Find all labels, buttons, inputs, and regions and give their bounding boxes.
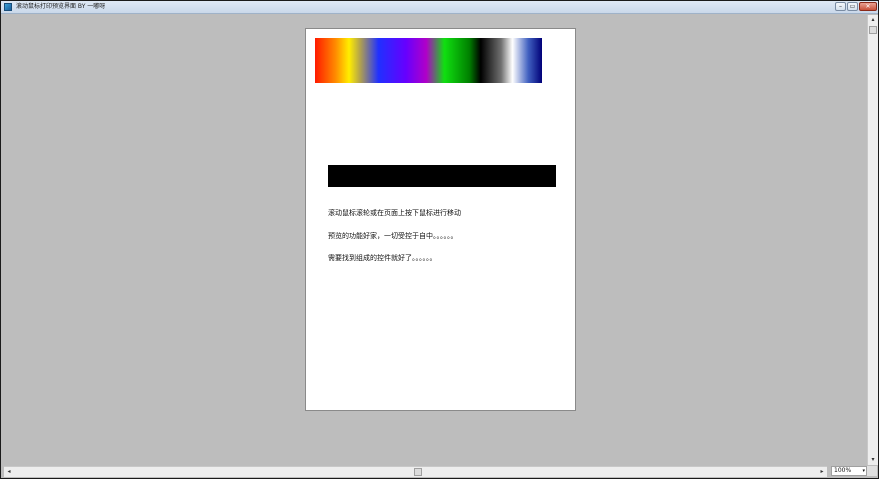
print-page[interactable]: 滚动鼠标滚轮或在页面上按下鼠标进行移动 预览的功能好家，一切受控于自中。。。。。… — [305, 28, 576, 411]
scroll-right-icon[interactable]: ▸ — [817, 467, 827, 477]
vertical-scroll-thumb[interactable] — [869, 26, 877, 34]
black-bar — [328, 165, 556, 187]
maximize-button[interactable]: ▭ — [847, 2, 858, 11]
minimize-button[interactable]: – — [835, 2, 846, 11]
scroll-up-icon[interactable]: ▴ — [868, 15, 878, 25]
scroll-down-icon[interactable]: ▾ — [868, 455, 878, 465]
title-bar[interactable]: 滚动鼠标打印预览界面 BY 一嘟呀 – ▭ ✕ — [1, 1, 878, 14]
preview-window: 滚动鼠标打印预览界面 BY 一嘟呀 – ▭ ✕ 滚动鼠标滚轮或在页面上按下鼠标进… — [0, 0, 879, 479]
note-line-1: 滚动鼠标滚轮或在页面上按下鼠标进行移动 — [328, 209, 461, 217]
color-gradient-bar — [315, 38, 542, 83]
scroll-left-icon[interactable]: ◂ — [4, 467, 14, 477]
horizontal-scrollbar[interactable]: ◂ ▸ — [4, 466, 827, 477]
window-title: 滚动鼠标打印预览界面 BY 一嘟呀 — [16, 3, 106, 10]
horizontal-scroll-thumb[interactable] — [414, 468, 422, 476]
note-line-2: 预览的功能好家，一切受控于自中。。。。。。 — [328, 232, 458, 240]
close-button[interactable]: ✕ — [859, 2, 877, 11]
chevron-down-icon: ▾ — [862, 468, 865, 474]
size-grip — [867, 466, 877, 476]
zoom-select[interactable]: 100% ▾ — [831, 466, 867, 476]
preview-canvas[interactable]: 滚动鼠标滚轮或在页面上按下鼠标进行移动 预览的功能好家，一切受控于自中。。。。。… — [4, 15, 866, 465]
zoom-value: 100% — [834, 467, 852, 474]
vertical-scrollbar[interactable]: ▴ ▾ — [867, 15, 878, 465]
note-line-3: 需要找到组成的控件就好了。。。。。。 — [328, 254, 437, 262]
app-icon — [4, 3, 12, 11]
